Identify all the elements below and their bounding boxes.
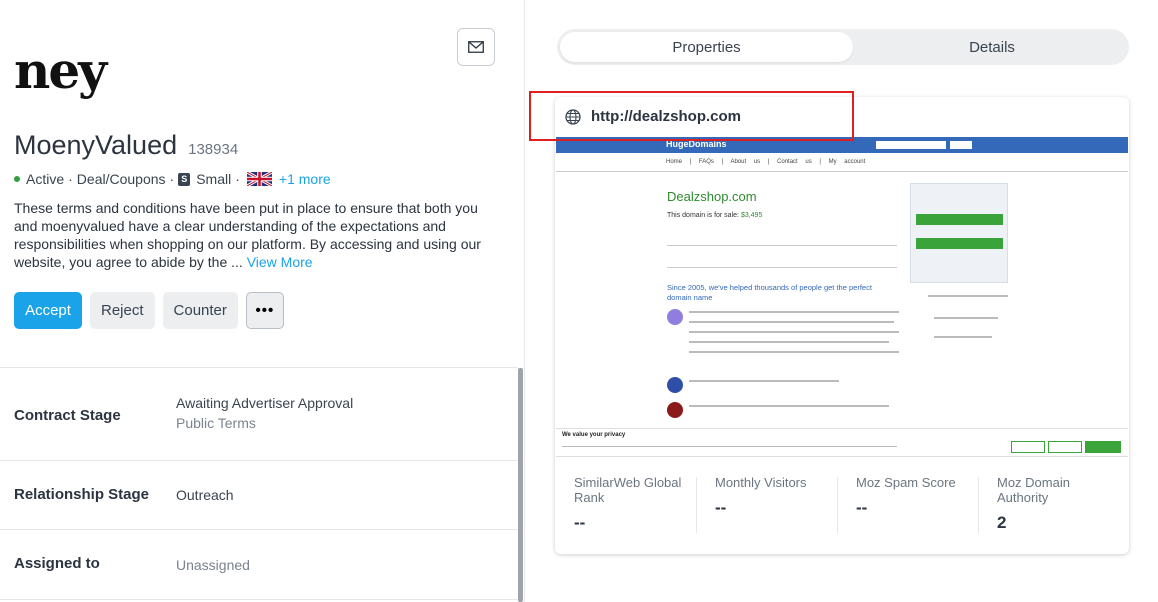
size-text: Small: [196, 171, 232, 187]
relationship-stage-label: Relationship Stage: [14, 486, 150, 503]
status-text: Active: [26, 171, 65, 187]
relationship-stage-row: Relationship Stage Outreach: [0, 461, 518, 530]
stat-label: Monthly Visitors: [715, 475, 807, 490]
assigned-label: Assigned to: [14, 555, 100, 572]
preview-text-line: [689, 311, 899, 313]
preview-avatar: [667, 402, 683, 418]
preview-divider: [556, 171, 1128, 172]
preview-search-button: [950, 141, 972, 149]
publisher-logo: ney: [14, 41, 107, 100]
preview-text-line: [934, 317, 998, 319]
tab-details[interactable]: Details: [857, 32, 1127, 62]
preview-text-line: [928, 295, 1008, 297]
preview-text-line: [689, 321, 894, 323]
message-button[interactable]: [457, 28, 495, 66]
preview-sale-text: This domain is for sale:: [667, 212, 739, 219]
meta-separator: ·: [68, 171, 73, 187]
preview-avatar: [667, 377, 683, 393]
stat-value: --: [856, 498, 868, 517]
reject-button[interactable]: Reject: [90, 292, 155, 329]
assigned-value[interactable]: Unassigned: [176, 555, 250, 599]
contract-stage-value: Awaiting Advertiser Approval: [176, 395, 354, 411]
assigned-row: Assigned to Unassigned: [0, 530, 518, 600]
category-text: Deal/Coupons: [76, 171, 166, 187]
preview-text-line: [689, 351, 899, 353]
publisher-description: These terms and conditions have been put…: [14, 199, 499, 271]
preview-cookie-title: We value your privacy: [562, 432, 626, 438]
stat-monthly-visitors: Monthly Visitors --: [696, 469, 837, 549]
accept-button[interactable]: Accept: [14, 292, 82, 329]
preview-heading: Since 2005, we've helped thousands of pe…: [667, 283, 872, 302]
title-row: MoenyValued 138934: [14, 130, 238, 161]
preview-text-line: [689, 380, 839, 382]
more-languages-link[interactable]: +1 more: [279, 171, 331, 187]
contract-stage-values: Awaiting Advertiser Approval Public Term…: [176, 395, 353, 460]
status-dot: [14, 176, 20, 182]
publisher-meta: Active · Deal/Coupons · S Small · +1 mor…: [14, 171, 331, 187]
meta-separator: ·: [235, 171, 240, 187]
stat-value: --: [574, 513, 586, 532]
preview-divider: [667, 245, 897, 246]
stat-value: --: [715, 498, 727, 517]
more-actions-button[interactable]: •••: [245, 292, 284, 329]
preview-buy-now-button: [916, 214, 1003, 225]
uk-flag-icon: [246, 172, 272, 186]
contract-stage-row: Contract Stage Awaiting Advertiser Appro…: [0, 368, 518, 461]
tab-properties[interactable]: Properties: [560, 32, 853, 62]
tab-bar: Properties Details: [557, 29, 1129, 65]
website-preview[interactable]: HugeDomains Home | FAQs | About us | Con…: [556, 137, 1128, 457]
property-card: http://dealzshop.com HugeDomains Home | …: [555, 97, 1129, 554]
stat-similarweb: SimilarWeb Global Rank --: [555, 469, 696, 549]
stat-value: 2: [997, 513, 1007, 532]
view-more-link[interactable]: View More: [247, 254, 313, 270]
contract-stage-label: Contract Stage: [14, 407, 121, 424]
scrollbar[interactable]: [518, 368, 523, 602]
preview-divider: [667, 267, 897, 268]
stat-label: SimilarWeb Global Rank: [574, 475, 682, 505]
meta-separator: ·: [169, 171, 175, 187]
stat-label: Moz Domain Authority: [997, 475, 1070, 505]
preview-search-box: [876, 141, 946, 149]
stat-moz-da: Moz Domain Authority 2: [978, 469, 1119, 549]
highlight-box: [529, 91, 854, 141]
page-title: MoenyValued: [14, 130, 178, 160]
preview-payment-plan-button: [916, 238, 1003, 249]
preview-text-line: [934, 336, 992, 338]
relationship-stage-value[interactable]: Outreach: [176, 486, 234, 529]
stat-divider: [837, 477, 838, 533]
terms-link[interactable]: Public Terms: [176, 415, 353, 431]
property-stats: SimilarWeb Global Rank -- Monthly Visito…: [555, 469, 1129, 549]
stat-divider: [696, 477, 697, 533]
stat-label: Moz Spam Score: [856, 475, 956, 490]
preview-price: $3,495: [740, 212, 763, 219]
left-panel: ney MoenyValued 138934 Active · Deal/Cou…: [0, 0, 525, 602]
preview-cookie-option: [1011, 441, 1045, 453]
preview-text-line: [689, 405, 889, 407]
stat-divider: [978, 477, 979, 533]
preview-nav: Home | FAQs | About us | Contact us | My…: [666, 159, 866, 165]
preview-sale-line: This domain is for sale: $3,495: [667, 212, 762, 219]
details-table: Contract Stage Awaiting Advertiser Appro…: [0, 367, 518, 600]
preview-cookie-banner: We value your privacy: [556, 428, 1128, 456]
preview-buy-box: [910, 183, 1008, 283]
preview-text-line: [689, 341, 889, 343]
preview-text-line: [562, 446, 897, 447]
publisher-id: 138934: [188, 141, 239, 158]
size-badge: S: [178, 172, 191, 186]
preview-cookie-option: [1048, 441, 1082, 453]
preview-text-line: [689, 331, 899, 333]
mail-icon: [468, 41, 484, 53]
action-buttons: Accept Reject Counter •••: [14, 292, 284, 329]
stat-moz-spam: Moz Spam Score --: [837, 469, 978, 549]
counter-button[interactable]: Counter: [162, 292, 238, 329]
preview-avatar: [667, 309, 683, 325]
preview-domain-title: Dealzshop.com: [667, 189, 757, 204]
preview-cookie-accept: [1085, 441, 1121, 453]
